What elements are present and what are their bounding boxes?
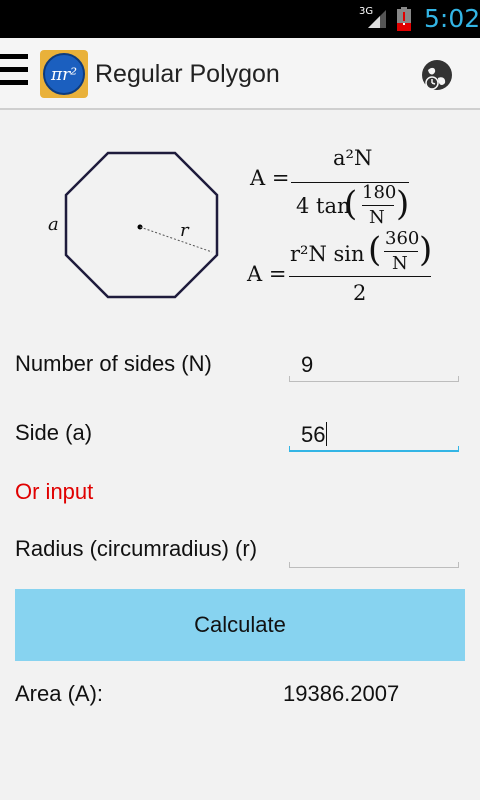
- calculate-button[interactable]: Calculate: [15, 589, 465, 661]
- battery-alert-icon: [397, 7, 411, 31]
- radius-input[interactable]: [289, 532, 459, 568]
- page-title: Regular Polygon: [95, 60, 280, 88]
- formula1-inner-bar: [362, 205, 394, 206]
- formula1-numerator: a²N: [333, 146, 373, 170]
- or-input-label: Or input: [15, 479, 94, 504]
- polygon-diagram: a r: [48, 151, 219, 299]
- formula1-inner-numerator: 180: [362, 182, 397, 203]
- side-length-input-value: 56: [301, 422, 328, 447]
- formula2-lhs: A =: [247, 262, 287, 286]
- app-logo-text: πr²: [50, 65, 77, 85]
- sides-input[interactable]: 9: [289, 346, 459, 382]
- formula1-lhs: A =: [250, 166, 290, 190]
- formula2-denominator: 2: [353, 281, 367, 305]
- formula2-numerator-prefix: r²N sin: [290, 242, 365, 266]
- formula2-inner-denominator: N: [392, 253, 408, 274]
- clock: 5:02: [424, 4, 480, 33]
- text-caret: [326, 422, 328, 446]
- formula1-paren-close: ): [396, 184, 410, 224]
- formula1-denominator-prefix: 4 tan: [296, 194, 351, 218]
- side-label: a: [48, 214, 59, 235]
- formula2-fraction-bar: [289, 276, 431, 277]
- side-length-input[interactable]: 56: [289, 416, 459, 452]
- globe-icon[interactable]: [418, 56, 456, 94]
- sides-input-value: 9: [301, 352, 314, 377]
- formula1-paren-open: (: [344, 184, 358, 224]
- formula2-paren-open: (: [368, 230, 382, 270]
- area-result-value: 19386.2007: [283, 681, 400, 706]
- formula1-inner-denominator: N: [369, 207, 385, 228]
- radius-line: [139, 226, 213, 253]
- radius-label-text: Radius (circumradius) (r): [15, 536, 258, 561]
- formula2-inner-bar: [384, 251, 418, 252]
- status-bar: 3G 5:02: [0, 0, 480, 38]
- action-bar: πr² Regular Polygon: [0, 38, 480, 110]
- side-length-label: Side (a): [15, 420, 93, 445]
- app-logo-icon[interactable]: πr²: [40, 50, 88, 98]
- signal-icon: [368, 10, 386, 28]
- area-result-label: Area (A):: [15, 681, 104, 706]
- formula2-inner-numerator: 360: [385, 228, 420, 249]
- sides-label: Number of sides (N): [15, 351, 212, 376]
- menu-icon[interactable]: [0, 54, 30, 94]
- radius-label: r: [180, 220, 190, 241]
- formula2-paren-close: ): [419, 230, 433, 270]
